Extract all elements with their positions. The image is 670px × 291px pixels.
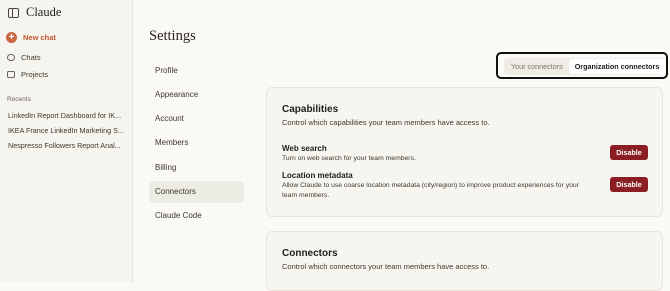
web-search-title: Web search: [282, 144, 327, 153]
connectors-card: Connectors Control which connectors your…: [266, 231, 663, 291]
web-search-disable-button[interactable]: Disable: [610, 145, 648, 160]
settings-menu-appearance[interactable]: Appearance: [149, 84, 244, 106]
connectors-title: Connectors: [282, 248, 338, 259]
sidebar-toggle-icon[interactable]: [8, 7, 19, 18]
folder-icon: [7, 71, 15, 78]
tab-organization-connectors[interactable]: Organization connectors: [568, 59, 666, 74]
brand: Claude: [8, 5, 61, 20]
tab-your-connectors[interactable]: Your connectors: [505, 59, 569, 74]
location-metadata-title: Location metadata: [282, 171, 353, 180]
sidebar-item-label: Projects: [21, 70, 49, 79]
location-metadata-disable-button[interactable]: Disable: [610, 177, 648, 192]
recent-chat-item[interactable]: Nespresso Followers Report Anal...: [8, 141, 124, 150]
page-title: Settings: [149, 28, 196, 44]
recents-heading: Recents: [7, 96, 31, 103]
connectors-subtitle: Control which connectors your team membe…: [282, 262, 490, 271]
capabilities-card: Capabilities Control which capabilities …: [266, 87, 663, 217]
capabilities-title: Capabilities: [282, 104, 339, 115]
new-chat-button[interactable]: + New chat: [6, 32, 56, 43]
recent-chat-item[interactable]: LinkedIn Report Dashboard for IK...: [8, 111, 124, 120]
app-name: Claude: [26, 5, 62, 19]
settings-menu-members[interactable]: Members: [149, 132, 244, 154]
new-chat-label: New chat: [23, 33, 56, 42]
sidebar-item-chats[interactable]: Chats: [7, 53, 41, 62]
settings-menu-account[interactable]: Account: [149, 108, 244, 130]
settings-menu-connectors[interactable]: Connectors: [149, 181, 244, 203]
sidebar-item-projects[interactable]: Projects: [7, 70, 48, 79]
capabilities-subtitle: Control which capabilities your team mem…: [282, 118, 490, 127]
settings-menu-profile[interactable]: Profile: [149, 60, 244, 82]
sidebar-item-label: Chats: [21, 53, 41, 62]
plus-icon: +: [6, 32, 17, 43]
recent-chat-item[interactable]: IKEA France LinkedIn Marketing S...: [8, 126, 124, 135]
settings-menu-claude-code[interactable]: Claude Code: [149, 205, 244, 227]
connector-tabs: Your connectors Organization connectors: [504, 58, 666, 75]
settings-menu-billing[interactable]: Billing: [149, 157, 244, 179]
chat-bubble-icon: [7, 54, 15, 61]
web-search-description: Turn on web search for your team members…: [282, 155, 416, 162]
sidebar: Claude + New chat Chats Projects Recents…: [0, 0, 133, 282]
location-metadata-description: Allow Claude to use coarse location meta…: [282, 182, 579, 199]
